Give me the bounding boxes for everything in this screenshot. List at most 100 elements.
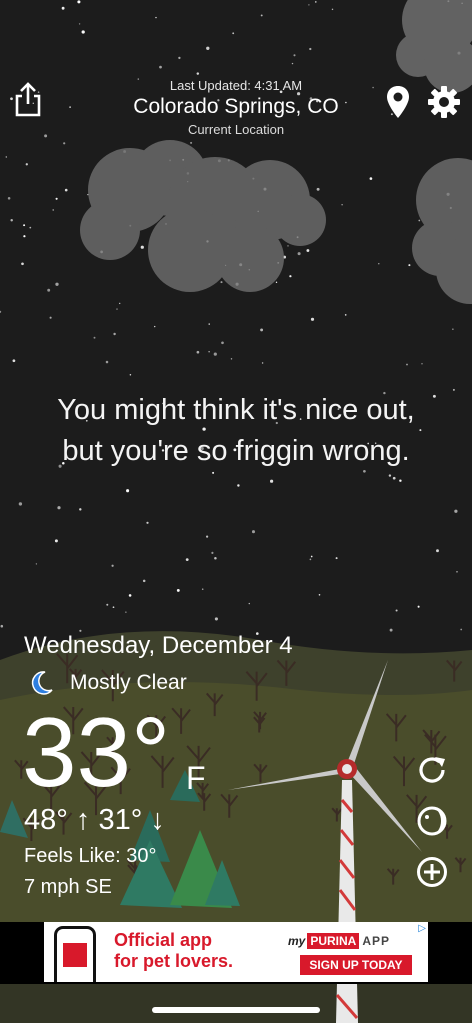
star — [310, 555, 313, 558]
moon-phase-icon — [417, 806, 447, 836]
star — [52, 209, 54, 211]
star — [408, 264, 411, 267]
star — [47, 288, 51, 292]
star — [112, 606, 115, 609]
star — [0, 624, 4, 628]
star — [389, 628, 393, 632]
star — [335, 557, 338, 560]
star — [49, 316, 52, 319]
location-subtitle: Current Location — [187, 122, 285, 137]
ad-signup-button[interactable]: SIGN UP TODAY — [300, 955, 412, 975]
star — [206, 535, 209, 538]
ad-headline-line-1: Official app — [114, 930, 213, 950]
star — [392, 476, 396, 480]
star — [230, 358, 233, 360]
star — [196, 350, 200, 354]
ad-phone-graphic — [54, 926, 96, 982]
current-temperature: 33° — [22, 697, 171, 807]
tagline-line-2: but you're so friggin wrong. — [62, 435, 410, 467]
star — [260, 328, 264, 332]
star — [454, 509, 458, 513]
star — [63, 142, 66, 145]
star — [5, 156, 8, 158]
high-low-temperature: 48° ↑ 31° ↓ — [24, 804, 165, 836]
star — [23, 224, 26, 227]
star — [12, 359, 16, 363]
refresh-icon — [419, 757, 445, 783]
ad-brand-name: PURINA — [307, 933, 360, 949]
star — [29, 226, 32, 229]
add-location-button[interactable] — [414, 854, 450, 890]
star — [309, 47, 312, 51]
location-button[interactable] — [380, 84, 416, 120]
temperature-unit[interactable]: F — [186, 760, 206, 797]
ad-brand-suffix: APP — [362, 934, 391, 948]
star — [113, 332, 116, 336]
location-pin-icon — [387, 86, 409, 118]
star — [308, 4, 310, 6]
star — [291, 62, 294, 65]
star — [201, 588, 204, 590]
star — [146, 521, 149, 524]
star — [176, 588, 180, 592]
star — [81, 30, 85, 34]
star — [128, 594, 132, 597]
star — [341, 204, 343, 206]
radar-button[interactable] — [414, 803, 450, 839]
ad-headline: Official app for pet lovers. — [114, 930, 233, 972]
star — [289, 275, 292, 278]
star — [261, 362, 264, 364]
weather-scene — [0, 0, 472, 1023]
star — [406, 363, 408, 366]
star — [270, 479, 274, 483]
star — [155, 16, 157, 19]
star — [251, 530, 256, 534]
wind-label: 7 mph SE — [24, 876, 112, 898]
star — [460, 628, 463, 631]
refresh-button[interactable] — [414, 752, 450, 788]
star — [77, 0, 81, 4]
star — [232, 32, 235, 35]
star — [61, 6, 65, 10]
star — [388, 474, 392, 477]
star — [154, 325, 156, 328]
star — [142, 579, 146, 583]
gear-icon — [428, 86, 460, 118]
star — [206, 46, 210, 50]
star — [105, 360, 109, 364]
star — [297, 252, 301, 256]
star — [316, 187, 320, 191]
star — [260, 14, 263, 17]
star — [248, 602, 250, 605]
star — [93, 336, 96, 339]
ad-banner[interactable]: Official app for pet lovers. my PURINA APP… — [44, 922, 428, 982]
moon-icon — [31, 671, 53, 695]
star — [116, 308, 118, 310]
star — [369, 177, 373, 180]
star — [214, 557, 217, 560]
star — [212, 471, 215, 474]
star — [417, 605, 420, 608]
star — [57, 506, 61, 510]
star — [140, 245, 144, 249]
star — [213, 352, 217, 356]
settings-button[interactable] — [426, 84, 462, 120]
star — [159, 65, 162, 69]
star — [185, 558, 189, 561]
ad-purina-logo — [63, 943, 87, 967]
ad-choices-icon[interactable]: ▷ — [418, 923, 426, 934]
star — [18, 502, 23, 506]
star — [35, 563, 38, 565]
star — [287, 245, 289, 247]
star — [314, 1, 317, 3]
plus-circle-icon — [417, 857, 447, 887]
ad-brand-prefix: my — [288, 934, 306, 948]
feels-like-label: Feels Like: 30° — [24, 845, 157, 867]
star — [54, 539, 58, 543]
star — [421, 363, 423, 365]
star — [78, 23, 81, 25]
ad-headline-line-2: for pet lovers. — [114, 951, 234, 971]
home-indicator[interactable] — [152, 1007, 320, 1013]
star — [452, 328, 454, 330]
ad-brand: my PURINA APP — [288, 933, 390, 949]
